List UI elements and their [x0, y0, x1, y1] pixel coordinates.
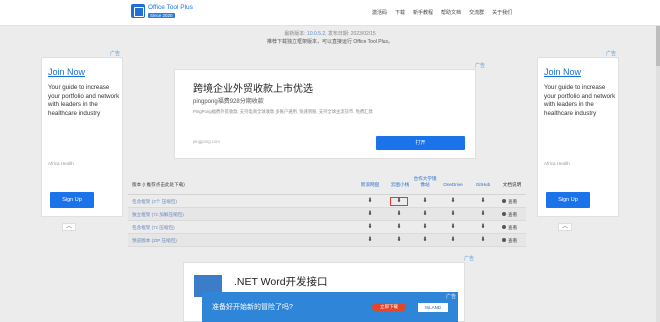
version-sep: , 发布日期:	[325, 31, 350, 37]
header-col-3: 合作大学镜像站	[413, 176, 437, 187]
download-icon[interactable]: ⬇	[365, 224, 375, 230]
ad-subtitle: pingpong福费928分期收款	[193, 99, 264, 105]
banner-brand-logo: ISLAND	[418, 303, 448, 312]
download-icon[interactable]: ⬇	[420, 211, 430, 217]
nav-item-download[interactable]: 下载	[395, 9, 405, 16]
download-icon[interactable]: ⬇	[448, 237, 458, 243]
download-icon[interactable]: ⬇	[420, 198, 430, 204]
download-icon[interactable]: ⬇	[365, 211, 375, 217]
download-icon[interactable]: ⬇	[478, 224, 488, 230]
row-name[interactable]: 独立框架 (7z 加解压缩包)	[132, 212, 184, 218]
download-icon[interactable]: ⬇	[365, 198, 375, 204]
download-icon[interactable]: ⬇	[394, 224, 404, 230]
ad-text: Your guide to increase your portfolio an…	[48, 84, 120, 117]
banner-text: 准备好开始新的冒险了吗?	[212, 304, 293, 311]
open-button[interactable]: 打开	[376, 136, 465, 150]
row-name[interactable]: 包含框架 (7z 压缩包)	[132, 225, 175, 231]
download-icon[interactable]: ⬇	[420, 224, 430, 230]
header-col-6: 文档说明	[502, 182, 522, 187]
nav-item-about[interactable]: 关于我们	[492, 9, 512, 16]
scrollbar-track[interactable]	[656, 26, 660, 322]
left-side-ad[interactable]: 广告 Join Now Your guide to increase your …	[41, 51, 123, 231]
row-name[interactable]: 包含框架 (3个 压缩包)	[132, 199, 177, 205]
sign-up-button[interactable]: Sign Up	[50, 192, 94, 208]
ad-title[interactable]: Join Now	[544, 67, 581, 77]
version-info: 最新版本: 10.0.5.2, 发布日期: 2023/02/15	[0, 30, 660, 37]
ad-description: PingPong福费外贸收款, 支持电商全球收款 多账户通用, 快速到账, 支持…	[193, 109, 373, 114]
download-icon[interactable]: ⬇	[394, 211, 404, 217]
download-icon[interactable]: ⬇	[478, 198, 488, 204]
table-row: 包含框架 (7z 压缩包) ⬇ ⬇ ⬇ ⬇ ⬇ 查看	[128, 221, 526, 234]
download-icon[interactable]: ⬇	[478, 211, 488, 217]
nav-item-activate[interactable]: 激活码	[372, 9, 387, 16]
header-version[interactable]: 版本 (! 推荐点击此处下载)	[132, 182, 185, 188]
download-icon[interactable]: ⬇	[394, 237, 404, 243]
collapse-chevron-icon[interactable]: ︿	[558, 223, 572, 231]
download-icon[interactable]: ⬇	[390, 197, 408, 206]
release-date: 2023/02/15	[350, 31, 376, 37]
download-icon[interactable]: ⬇	[478, 237, 488, 243]
view-link[interactable]: 查看	[502, 212, 517, 218]
bottom-banner-ad[interactable]: 广告 准备好开始新的冒险了吗? 立即下载 ISLAND	[202, 292, 458, 322]
ad-title[interactable]: Join Now	[48, 67, 85, 77]
row-name[interactable]: 预览版本 (ZIP 压缩包)	[132, 238, 177, 244]
ad-text: Your guide to increase your portfolio an…	[544, 84, 616, 117]
version-number: 10.0.5.2	[307, 31, 326, 37]
main-ad[interactable]: 广告 跨境企业外贸收款上市优选 pingpong福费928分期收款 PingPo…	[174, 63, 485, 159]
nav-item-group[interactable]: 交流群	[469, 9, 484, 16]
sign-up-button[interactable]: Sign Up	[546, 192, 590, 208]
nav-item-tutorial[interactable]: 新手教程	[413, 9, 433, 16]
table-row: 预览版本 (ZIP 压缩包) ⬇ ⬇ ⬇ ⬇ ⬇ 查看	[128, 234, 526, 247]
version-prefix: 最新版本:	[284, 31, 306, 37]
ad-source: Africa Health	[48, 161, 74, 166]
download-recommendation: 推荐下载独立框架版本，可以直接运行 Office Tool Plus。	[267, 39, 393, 45]
ad-title[interactable]: 跨境企业外贸收款上市优选	[193, 80, 313, 95]
table-row: 独立框架 (7z 加解压缩包) ⬇ ⬇ ⬇ ⬇ ⬇ 查看	[128, 208, 526, 221]
ad-title[interactable]: .NET Word开发接口	[234, 274, 328, 289]
main-nav: 激活码 下载 新手教程 帮助文档 交流群 关于我们	[372, 9, 512, 16]
office-tool-logo-icon[interactable]	[131, 4, 145, 18]
table-header: 版本 (! 推荐点击此处下载) 新浪网盘 云图小栈 合作大学镜像站 OneDri…	[128, 175, 526, 195]
view-link[interactable]: 查看	[502, 238, 517, 244]
ad-mark[interactable]: 广告	[464, 255, 474, 262]
ad-mark[interactable]: 广告	[606, 50, 616, 57]
right-side-ad[interactable]: 广告 Join Now Your guide to increase your …	[537, 51, 619, 231]
banner-download-button[interactable]: 立即下载	[372, 303, 406, 311]
brand-badge: Since 2020	[148, 13, 175, 18]
header-col-5: GitHub	[475, 182, 491, 187]
download-icon[interactable]: ⬇	[365, 237, 375, 243]
table-row: 包含框架 (3个 压缩包) ⬇ ⬇ ⬇ ⬇ ⬇ 查看	[128, 195, 526, 208]
ad-source: Africa Health	[544, 161, 570, 166]
top-navbar: Office Tool Plus Since 2020 激活码 下载 新手教程 …	[0, 0, 660, 26]
view-link[interactable]: 查看	[502, 225, 517, 231]
header-col-1: 新浪网盘	[360, 182, 380, 187]
download-icon[interactable]: ⬇	[448, 198, 458, 204]
header-col-4: OneDrive	[443, 182, 463, 187]
ad-mark[interactable]: 广告	[110, 50, 120, 57]
download-table: 版本 (! 推荐点击此处下载) 新浪网盘 云图小栈 合作大学镜像站 OneDri…	[128, 175, 526, 247]
view-link[interactable]: 查看	[502, 199, 517, 205]
ad-domain: pingpong.com	[193, 139, 220, 144]
download-icon[interactable]: ⬇	[420, 237, 430, 243]
collapse-chevron-icon[interactable]: ︿	[62, 223, 76, 231]
download-icon[interactable]: ⬇	[448, 224, 458, 230]
ad-mark[interactable]: 广告	[475, 62, 485, 69]
brand-name[interactable]: Office Tool Plus	[148, 4, 193, 11]
scrollbar-thumb[interactable]	[656, 26, 660, 66]
nav-item-docs[interactable]: 帮助文档	[441, 9, 461, 16]
download-icon[interactable]: ⬇	[448, 211, 458, 217]
header-col-2: 云图小栈	[390, 182, 410, 187]
ad-mark[interactable]: 广告	[446, 293, 456, 300]
